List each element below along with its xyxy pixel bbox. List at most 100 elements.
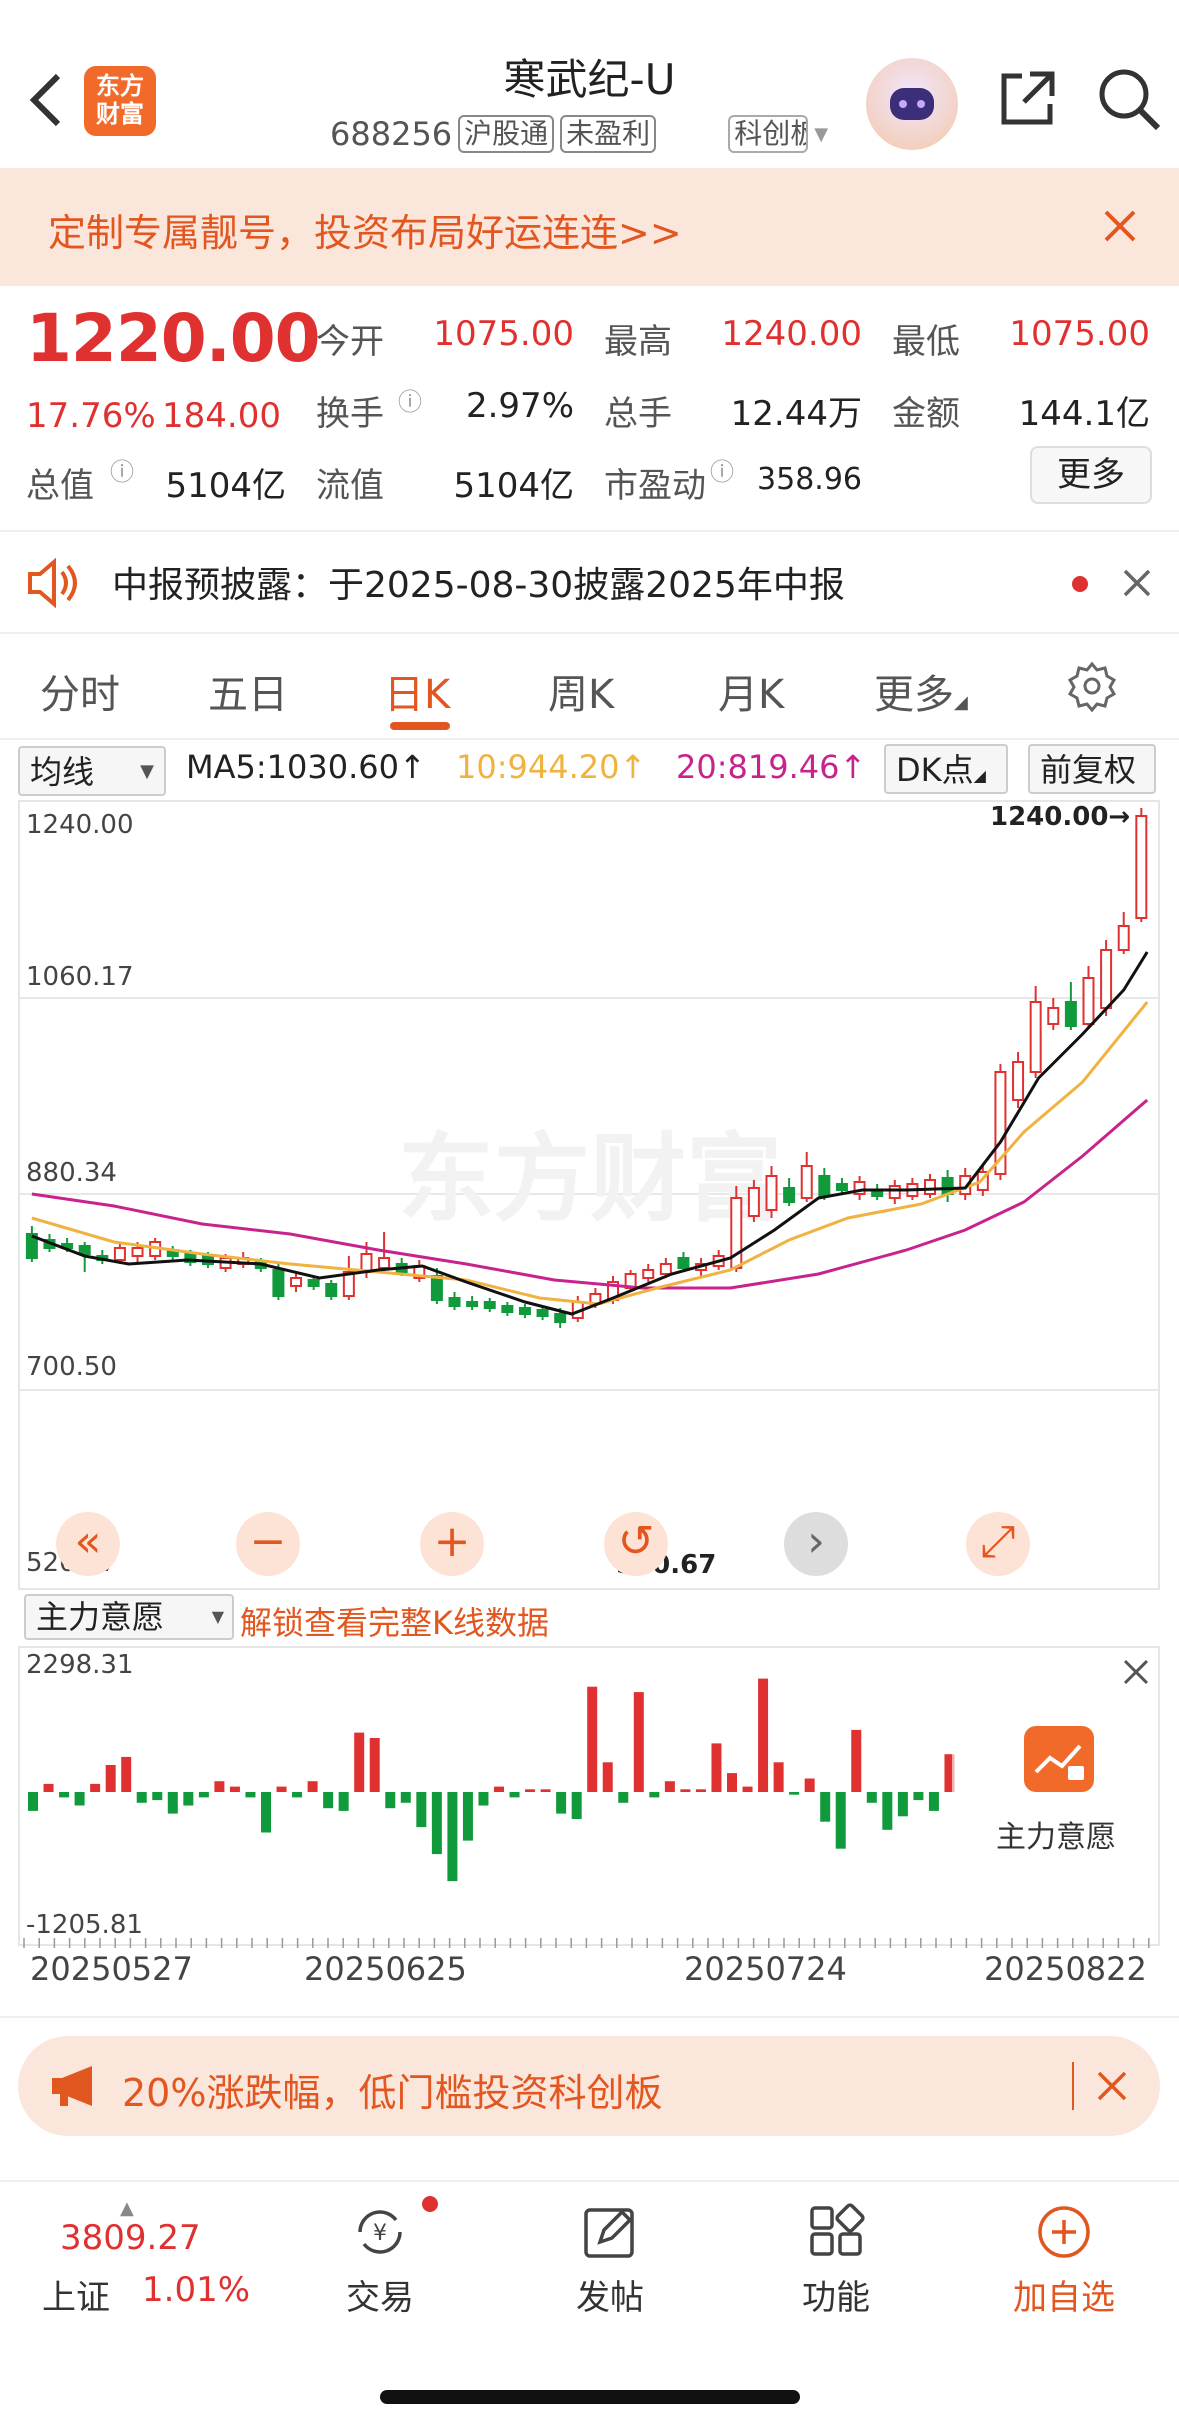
open-label: 今开 [316,322,384,362]
search-icon[interactable] [1096,66,1162,132]
divider [1072,2062,1074,2110]
date-label: 20250527 [30,1950,193,1988]
ma-selector[interactable]: 均线 ▼ [18,746,166,796]
indicator-bar [758,1678,769,1792]
nav-add-watchlist-label: 加自选 [1013,2278,1115,2318]
x-axis-ticks [23,1938,1150,1948]
indicator-selector[interactable]: 主力意愿 ▼ [24,1594,234,1640]
info-icon[interactable]: ⓘ [710,452,734,487]
candle-body [677,1257,690,1269]
indicator-bar [820,1792,831,1822]
scroll-right-button[interactable]: › [784,1512,848,1576]
indicator-bar [556,1792,567,1814]
promo-banner[interactable]: 定制专属靓号，投资布局好运连连>> [0,168,1179,286]
zoom-out-button[interactable]: − [236,1512,300,1576]
indicator-bar [851,1729,862,1792]
dk-label: DK点 [896,751,974,789]
indicator-bar [866,1792,877,1803]
close-icon[interactable] [1122,568,1152,598]
mcap-value: 5104亿 [165,466,286,506]
indicator-bar [152,1792,163,1801]
yen-exchange-icon: ¥ [358,2210,402,2254]
index-value[interactable]: 3809.27 [60,2218,201,2258]
amount-label: 金额 [892,394,960,434]
indicator-bar [167,1792,178,1814]
indicator-bar [59,1792,70,1798]
indicator-bar [789,1792,800,1795]
candle-body [466,1301,479,1307]
candle-body [888,1185,901,1199]
indicator-bar [478,1792,489,1806]
share-icon[interactable] [996,68,1058,130]
candle-body [378,1257,391,1269]
indicator-bar [369,1738,380,1792]
tab-more-label: 更多 [874,672,954,718]
indicator-bar [74,1792,85,1806]
candle-body [659,1263,672,1275]
current-price: 1220.00 [26,300,321,377]
indicator-bar [571,1792,582,1819]
k-line-chart[interactable]: 东方财富 1240.00 1060.17 880.34 700.50 520.6… [18,800,1160,1590]
low-value: 1075.00 [1009,314,1150,354]
indicator-bar [913,1792,924,1801]
stock-code: 688256 [330,115,453,153]
locked-overlay[interactable]: 主力意愿 [952,1648,1158,1944]
open-value: 1075.00 [433,314,574,354]
gear-icon[interactable] [1066,660,1118,712]
indicator-bar [540,1789,551,1792]
nav-add-watchlist[interactable]: 加自选 [984,2182,1144,2342]
restore-button[interactable]: ↺ [604,1512,668,1576]
close-icon[interactable] [1096,2070,1128,2102]
promo-strip[interactable]: 20%涨跌幅，低门槛投资科创板 [18,2036,1160,2136]
indicator-bar [447,1792,458,1882]
indicator-bar [338,1792,349,1811]
tab-daily-k[interactable]: 日K [384,662,450,720]
fullscreen-button[interactable]: ⤢ [966,1512,1030,1576]
indicator-bar [773,1762,784,1792]
tag-star-market[interactable]: 科创板 [728,115,809,153]
unlock-link[interactable]: 解锁查看完整K线数据 [240,1598,549,1644]
stock-subtitle: 688256 沪股通 未盈利 科创板 ▼ [330,115,828,153]
chevron-down-icon: ▼ [140,761,154,782]
info-icon[interactable]: ⓘ [398,382,422,417]
nav-trade[interactable]: ¥ 交易 [300,2182,460,2342]
indicator-bar [121,1756,132,1792]
zoom-in-button[interactable]: + [420,1512,484,1576]
scroll-left-button[interactable]: « [56,1512,120,1576]
tab-monthly-k[interactable]: 月K [718,662,784,720]
indicator-bar [354,1732,365,1792]
info-icon[interactable]: ⓘ [110,452,134,487]
close-icon[interactable] [1122,1658,1150,1686]
nav-functions[interactable]: 功能 [756,2182,916,2342]
banner-text: 定制专属靓号，投资布局好运连连>> [48,211,682,255]
indicator-bar [587,1686,598,1792]
tab-more[interactable]: 更多◢ [874,662,968,720]
indicator-bar [43,1783,54,1792]
adjust-button[interactable]: 前复权 [1028,744,1156,794]
date-label: 20250724 [684,1950,847,1988]
index-change: 1.01% [142,2270,251,2310]
tab-five-day[interactable]: 五日 [208,662,288,720]
notice-bar[interactable]: 中报预披露：于2025-08-30披露2025年中报 [0,538,1179,628]
indicator-bar [680,1789,691,1792]
assistant-avatar[interactable] [866,58,958,150]
candle-body [800,1165,813,1199]
tag-unprofitable: 未盈利 [560,115,657,153]
svg-text:¥: ¥ [373,2221,387,2246]
megaphone-icon [52,2066,92,2106]
robot-icon [890,88,934,120]
high-label: 最高 [604,322,672,362]
candle-body [78,1245,91,1255]
candle-body [307,1279,320,1287]
chevron-down-icon: ▼ [211,1607,224,1626]
promo-text: 20%涨跌幅，低门槛投资科创板 [122,2071,663,2115]
bottom-nav: ▲ 3809.27 上证 1.01% ¥ 交易 发帖 功能 加自选 [0,2180,1179,2425]
dk-point-button[interactable]: DK点◢ [884,744,1008,794]
tab-weekly-k[interactable]: 周K [548,662,614,720]
corner-arrow-icon: ◢ [954,692,968,713]
more-button[interactable]: 更多 [1030,446,1152,504]
nav-post[interactable]: 发帖 [530,2182,690,2342]
tab-intraday[interactable]: 分时 [40,662,120,720]
active-tab-indicator [390,722,450,730]
close-icon[interactable] [1102,208,1138,244]
